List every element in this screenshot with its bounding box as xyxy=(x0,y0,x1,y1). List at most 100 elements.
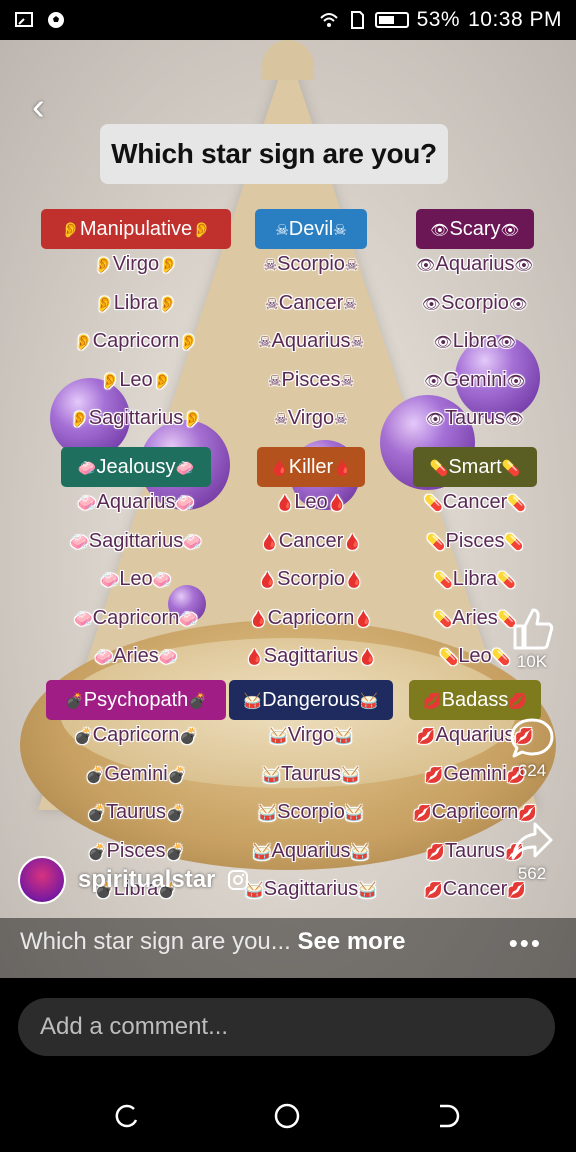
sign-label: Cancer xyxy=(278,291,344,314)
share-count: 562 xyxy=(517,864,547,883)
sign-emoji: 👁 xyxy=(505,411,525,428)
sign-item: 💊Cancer💊 xyxy=(375,491,575,514)
category-label: Badass xyxy=(441,689,509,711)
sign-label: Capricorn xyxy=(92,330,180,352)
back-nav-icon[interactable] xyxy=(432,1100,464,1132)
category-emoji: 💣 xyxy=(65,693,84,710)
sign-emoji: 🩸 xyxy=(344,572,364,589)
sign-label: Libra xyxy=(452,568,498,590)
home-icon[interactable] xyxy=(271,1100,303,1132)
sign-emoji: 💣 xyxy=(166,805,185,822)
thumbs-up-icon xyxy=(513,608,554,650)
avatar[interactable] xyxy=(18,856,66,904)
category-header: 💣Psychopath💣 xyxy=(46,680,226,720)
sign-item: 💊Libra💊 xyxy=(375,568,575,591)
sign-label: Gemini xyxy=(443,762,507,785)
sign-label: Pisces xyxy=(281,368,341,391)
sign-item: 🧼Capricorn🧼 xyxy=(36,607,236,630)
sign-label: Libra xyxy=(452,330,498,352)
category-header: 👁Scary👁 xyxy=(416,209,534,249)
sign-emoji: 🥁 xyxy=(334,728,353,745)
category-emoji: 🧼 xyxy=(77,460,97,477)
username[interactable]: spiritualstar xyxy=(78,866,215,894)
sign-emoji: 🩸 xyxy=(343,533,362,551)
sign-emoji: 💣 xyxy=(85,766,105,784)
category-header: 💋Badass💋 xyxy=(409,680,541,720)
like-button[interactable]: 10K xyxy=(502,606,562,672)
sign-label: Gemini xyxy=(104,762,168,785)
post-caption[interactable]: Which star sign are you... See more xyxy=(20,928,406,956)
sign-item: 👁Libra👁 xyxy=(375,330,575,353)
sign-emoji: 💣 xyxy=(87,805,106,822)
sign-label: Cancer xyxy=(278,529,344,552)
category-emoji: 🥁 xyxy=(359,693,379,710)
recent-apps-icon[interactable] xyxy=(112,1100,144,1132)
instagram-icon xyxy=(228,870,249,890)
sign-label: Scorpio xyxy=(277,801,345,823)
more-options-icon[interactable]: ••• xyxy=(509,928,542,959)
sign-emoji: 👂 xyxy=(159,257,178,274)
sign-label: Sagittarius xyxy=(88,529,184,552)
sign-emoji: 👂 xyxy=(70,411,89,428)
sign-item: 🧼Aries🧼 xyxy=(36,645,236,668)
sign-label: Sagittarius xyxy=(263,878,359,900)
category-header: 👂Manipulative👂 xyxy=(41,209,231,249)
sign-label: Aquarius xyxy=(271,330,351,352)
cone-tip xyxy=(262,40,314,80)
category-header: 🩸Killer🩸 xyxy=(257,447,365,487)
battery-level: 53% xyxy=(416,8,461,31)
sign-emoji: 🥁 xyxy=(269,728,288,745)
sign-label: Cancer xyxy=(442,491,508,513)
category-label: Psychopath xyxy=(83,689,189,711)
back-button[interactable]: ‹ xyxy=(32,88,66,126)
category-label: Jealousy xyxy=(96,456,176,478)
sign-emoji: 💣 xyxy=(167,766,187,784)
sign-emoji: 🥁 xyxy=(341,766,360,784)
sign-label: Leo xyxy=(119,368,153,391)
sign-label: Capricorn xyxy=(267,606,355,629)
sign-emoji: 🧼 xyxy=(183,533,202,551)
sign-label: Taurus xyxy=(280,762,342,785)
category-emoji: 💣 xyxy=(188,693,207,710)
sign-label: Scorpio xyxy=(441,291,509,314)
share-arrow-icon xyxy=(511,822,553,860)
sign-emoji: 👁 xyxy=(416,257,436,274)
sign-emoji: 👂 xyxy=(73,334,93,351)
sign-emoji: ☠ xyxy=(344,257,359,274)
sign-emoji: 👁 xyxy=(422,295,442,313)
sign-label: Pisces xyxy=(445,529,505,552)
see-more-link[interactable]: See more xyxy=(297,928,405,955)
sign-emoji: 🧼 xyxy=(77,495,97,512)
like-count: 10K xyxy=(516,652,548,671)
sign-emoji: 👂 xyxy=(95,295,114,313)
caption-text: Which star sign are you... xyxy=(20,928,291,955)
sign-emoji: ☠ xyxy=(263,257,278,274)
sign-emoji: 💋 xyxy=(416,728,436,745)
share-button[interactable]: 562 xyxy=(502,818,562,884)
sign-item: 👂Virgo👂 xyxy=(36,253,236,276)
category-header: 🧼Jealousy🧼 xyxy=(61,447,211,487)
sign-item: 👁Aquarius👁 xyxy=(375,253,575,276)
sign-emoji: 🧼 xyxy=(73,610,93,628)
category-header: 🥁Dangerous🥁 xyxy=(229,680,393,720)
category-label: Smart xyxy=(448,456,502,478)
sign-emoji: 💋 xyxy=(426,843,445,861)
sign-emoji: 💊 xyxy=(426,533,446,551)
category-emoji: 👂 xyxy=(192,222,211,239)
sign-emoji: ☠ xyxy=(265,295,279,313)
sign-emoji: 👁 xyxy=(433,334,453,351)
category-emoji: 🩸 xyxy=(270,460,289,477)
category-label: Dangerous xyxy=(262,689,360,711)
comment-input[interactable]: Add a comment... xyxy=(18,998,555,1056)
sim-icon xyxy=(350,11,364,29)
sign-label: Capricorn xyxy=(92,724,180,746)
category-emoji: 💋 xyxy=(422,693,442,710)
sign-emoji: 👂 xyxy=(152,372,172,390)
wifi-icon xyxy=(319,13,338,27)
battery-icon xyxy=(374,12,409,28)
sign-emoji: 💊 xyxy=(433,610,453,628)
sign-label: Aquarius xyxy=(435,253,515,275)
comment-button[interactable]: 624 xyxy=(502,715,562,781)
sign-item: 👂Capricorn👂 xyxy=(36,330,236,353)
author-profile[interactable]: spiritualstar xyxy=(18,856,249,904)
